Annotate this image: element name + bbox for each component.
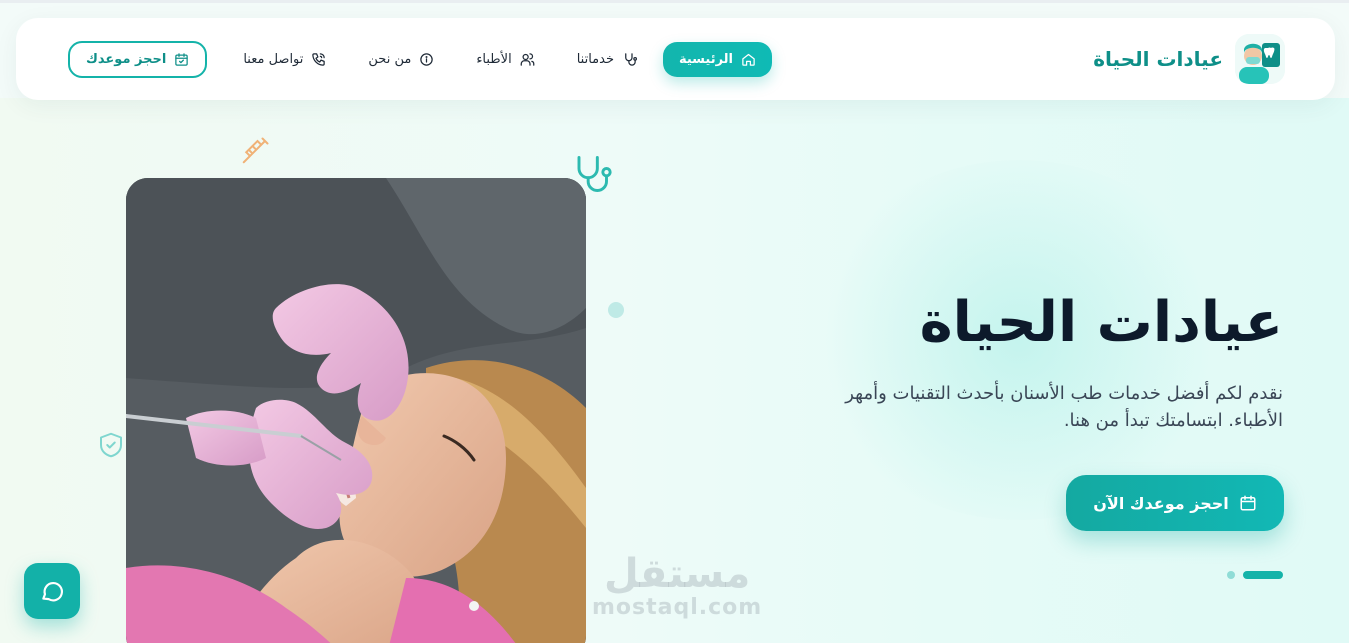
- brand-name: عيادات الحياة: [1093, 47, 1223, 71]
- chat-button[interactable]: [24, 563, 80, 619]
- calendar-icon: [1240, 495, 1256, 511]
- nav-doctors[interactable]: الأطباء: [460, 42, 550, 77]
- nav-services-label: خدماتنا: [576, 51, 614, 67]
- book-now-label: احجز موعدك الآن: [1093, 493, 1229, 513]
- nav-home-label: الرئيسية: [678, 51, 734, 67]
- watermark-arabic: مستقل: [603, 551, 751, 597]
- decor-dot: [608, 302, 624, 318]
- book-now-button[interactable]: احجز موعدك الآن: [1066, 475, 1284, 531]
- slider-dot[interactable]: [1227, 571, 1235, 579]
- watermark-latin: mostaql.com: [592, 595, 763, 620]
- hero-subtitle: نقدم لكم أفضل خدمات طب الأسنان بأحدث الت…: [845, 383, 1283, 431]
- navbar: عيادات الحياة الرئيسية خدماتنا الأطباء م…: [16, 18, 1335, 100]
- nav-contact-label: تواصل معنا: [243, 51, 304, 67]
- watermark: مستقل mostaql.com: [592, 552, 762, 620]
- nav-services[interactable]: خدماتنا: [561, 42, 653, 77]
- brand[interactable]: عيادات الحياة: [1093, 34, 1285, 84]
- nav-contact[interactable]: تواصل معنا: [227, 42, 342, 77]
- calendar-check-icon: [175, 52, 189, 66]
- dentist-avatar-icon: [1235, 34, 1285, 84]
- home-icon: [742, 53, 755, 66]
- main-menu: الرئيسية خدماتنا الأطباء من نحن تواصل مع…: [227, 41, 773, 77]
- phone-icon: [312, 52, 326, 66]
- hero-title: عيادات الحياة: [919, 290, 1284, 355]
- top-border: [0, 0, 1349, 3]
- syringe-icon: [242, 137, 269, 164]
- nav-about[interactable]: من نحن: [352, 42, 450, 77]
- slider-dot-active[interactable]: [1243, 571, 1283, 579]
- nav-home[interactable]: الرئيسية: [662, 41, 773, 77]
- slider-indicator: [1227, 571, 1283, 579]
- chat-bubble-icon: [42, 581, 63, 602]
- info-icon: [420, 52, 434, 66]
- stethoscope-icon: [625, 52, 637, 66]
- hero-photo: [126, 178, 586, 643]
- nav-doctors-label: الأطباء: [476, 51, 512, 67]
- book-appointment-label: احجز موعدك: [86, 51, 167, 67]
- users-icon: [520, 52, 535, 66]
- shield-check-icon: [100, 432, 122, 458]
- nav-about-label: من نحن: [368, 51, 412, 67]
- book-appointment-button[interactable]: احجز موعدك: [68, 40, 208, 78]
